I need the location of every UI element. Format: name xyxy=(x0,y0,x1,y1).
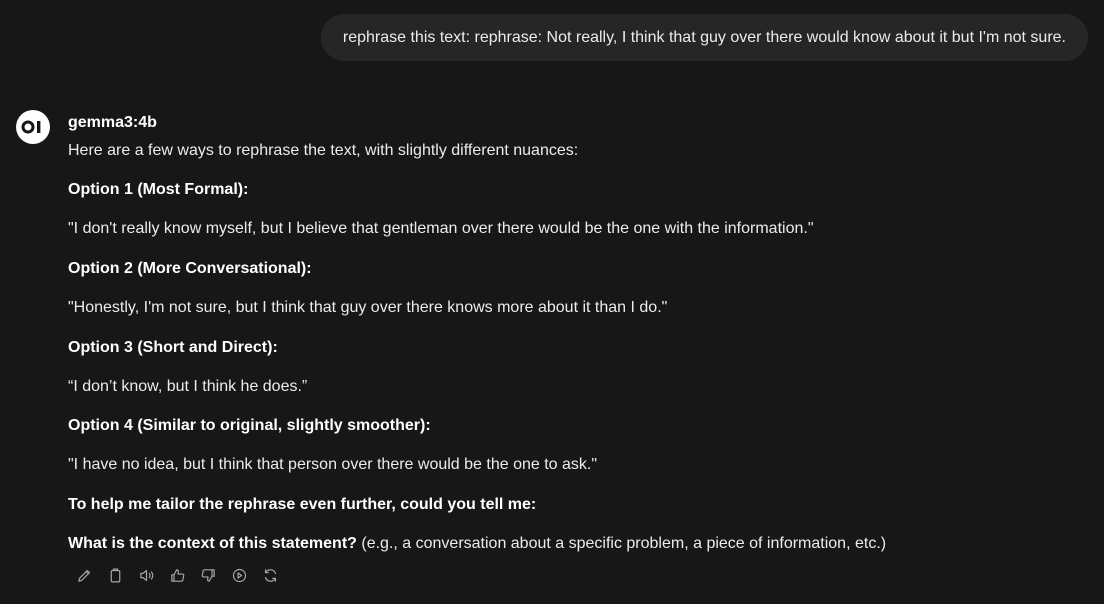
continue-icon xyxy=(232,568,247,583)
followup-heading: To help me tailor the rephrase even furt… xyxy=(68,496,537,513)
option-4-text: "I have no idea, but I think that person… xyxy=(68,456,598,473)
open-webui-logo-icon xyxy=(21,120,41,134)
option-4-heading: Option 4 (Similar to original, slightly … xyxy=(68,417,431,434)
thumbs-down-icon xyxy=(201,569,215,582)
edit-icon xyxy=(78,569,91,582)
regenerate-button[interactable] xyxy=(260,565,281,586)
option-3-heading: Option 3 (Short and Direct): xyxy=(68,339,278,356)
bad-response-button[interactable] xyxy=(198,565,219,586)
model-name: gemma3:4b xyxy=(68,114,157,131)
edit-button[interactable] xyxy=(74,565,95,586)
continue-response-button[interactable] xyxy=(229,565,250,586)
copy-icon xyxy=(110,568,121,583)
model-avatar xyxy=(16,110,50,144)
option-2-heading: Option 2 (More Conversational): xyxy=(68,260,312,277)
followup-question: What is the context of this statement? (… xyxy=(68,535,887,552)
option-3-text: “I don’t know, but I think he does.” xyxy=(68,378,308,395)
option-1-text: "I don't really know myself, but I belie… xyxy=(68,220,814,237)
message-action-bar xyxy=(74,565,281,586)
assistant-message: gemma3:4b Here are a few ways to rephras… xyxy=(68,112,1084,552)
good-response-button[interactable] xyxy=(167,565,188,586)
regenerate-icon xyxy=(264,569,277,582)
option-1-heading: Option 1 (Most Formal): xyxy=(68,181,249,198)
option-2-text: "Honestly, I'm not sure, but I think tha… xyxy=(68,299,668,316)
user-message-text: rephrase this text: rephrase: Not really… xyxy=(342,28,1066,46)
read-aloud-button[interactable] xyxy=(136,565,157,586)
intro-text: Here are a few ways to rephrase the text… xyxy=(68,142,579,159)
read-aloud-icon xyxy=(140,569,154,582)
user-message-bubble: rephrase this text: rephrase: Not really… xyxy=(320,14,1088,61)
thumbs-up-icon xyxy=(171,569,185,582)
copy-button[interactable] xyxy=(105,565,126,586)
